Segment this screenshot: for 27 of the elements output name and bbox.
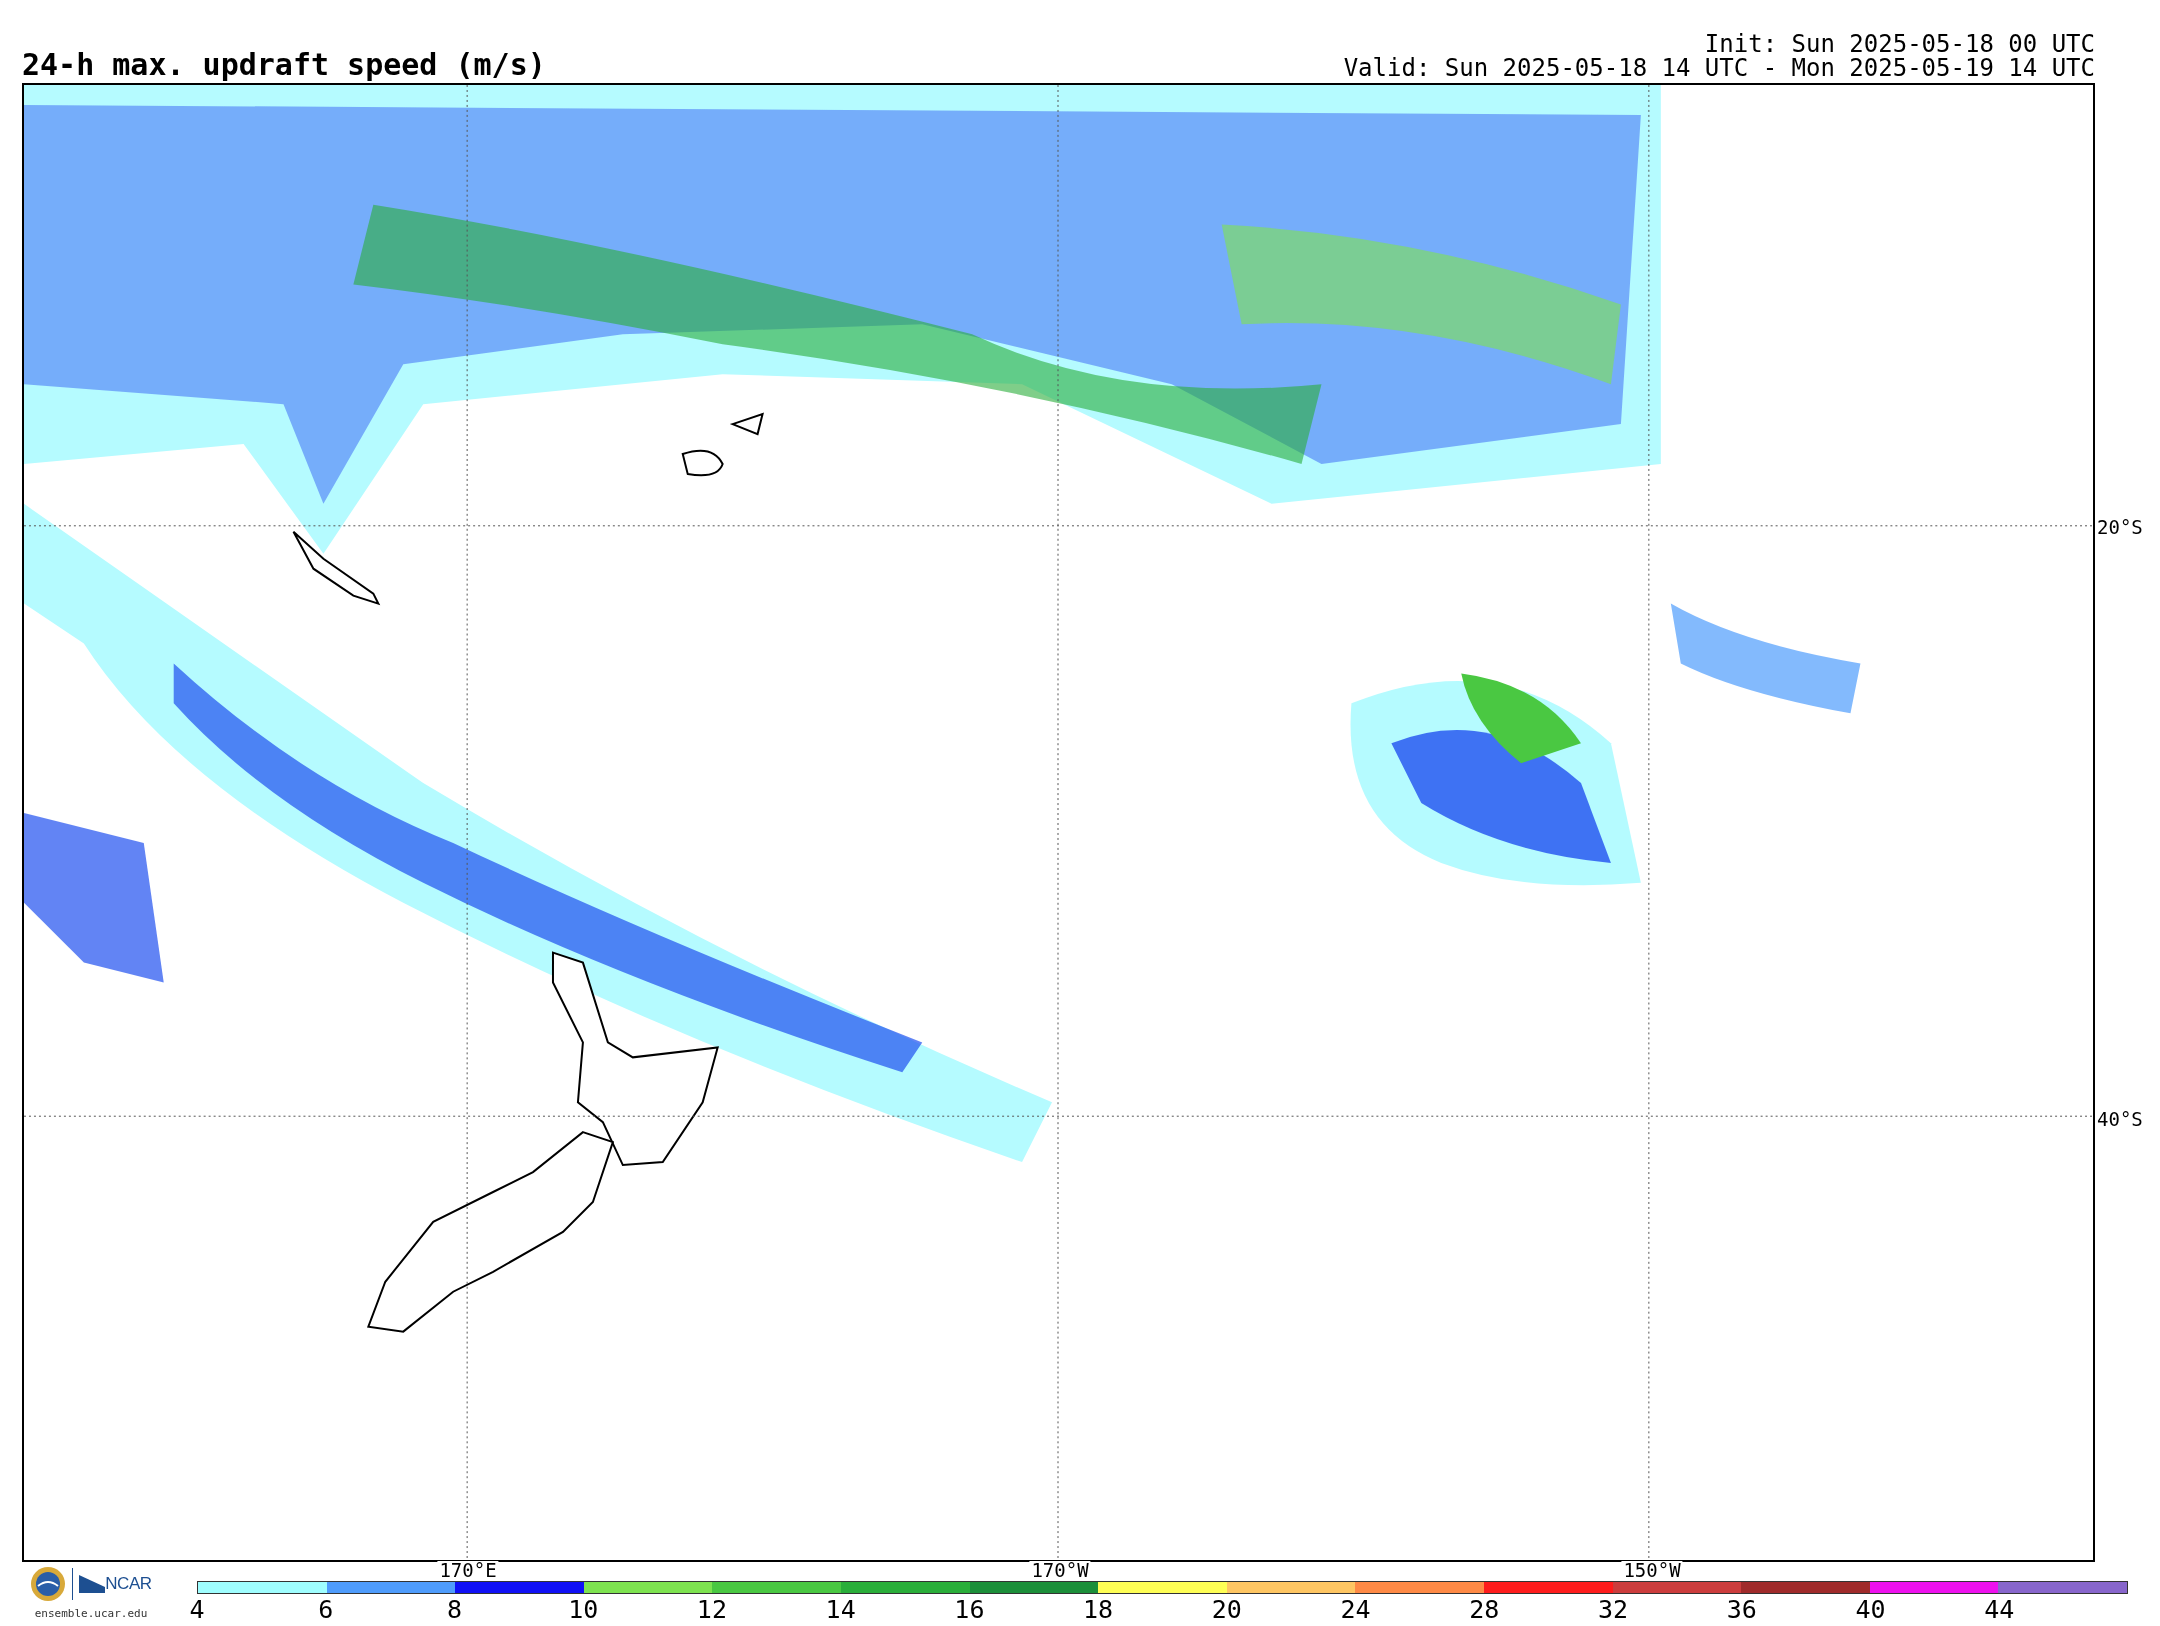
legend-tick-label: 40 — [1855, 1597, 1886, 1622]
legend-tick-label: 24 — [1340, 1597, 1371, 1622]
latitude-label: 20°S — [2097, 518, 2143, 537]
legend-tick-label: 4 — [189, 1597, 205, 1622]
legend-tick-label: 16 — [954, 1597, 985, 1622]
legend-tick-label: 44 — [1984, 1597, 2015, 1622]
longitude-label: 170°W — [1029, 1561, 1091, 1580]
site-url: ensemble.ucar.edu — [34, 1606, 148, 1622]
legend-tick-label: 36 — [1726, 1597, 1757, 1622]
seal-icon — [30, 1566, 67, 1602]
latitude-label: 40°S — [2097, 1110, 2143, 1129]
legend-tick-label: 28 — [1469, 1597, 1500, 1622]
legend-tick-label: 12 — [696, 1597, 727, 1622]
legend-tick-label: 18 — [1083, 1597, 1114, 1622]
longitude-label: 170°E — [437, 1561, 499, 1580]
legend-tick-label: 32 — [1598, 1597, 1629, 1622]
logo-icon — [79, 1573, 106, 1595]
legend-tick-label: 14 — [825, 1597, 856, 1622]
legend-tick-label: 8 — [446, 1597, 462, 1622]
legend-tick-label: 6 — [318, 1597, 334, 1622]
init-time: Init: Sun 2025-05-18 00 UTC — [1704, 32, 2095, 56]
legend-tick-label: 20 — [1211, 1597, 1242, 1622]
longitude-label: 150°W — [1621, 1561, 1683, 1580]
logo-text: NCAR — [105, 1573, 152, 1596]
valid-time: Valid: Sun 2025-05-18 14 UTC - Mon 2025-05-19 14 UTC — [1343, 56, 2095, 80]
legend-tick-label: 10 — [568, 1597, 599, 1622]
chart-title: 24-h max. updraft speed (m/s) — [22, 50, 546, 80]
